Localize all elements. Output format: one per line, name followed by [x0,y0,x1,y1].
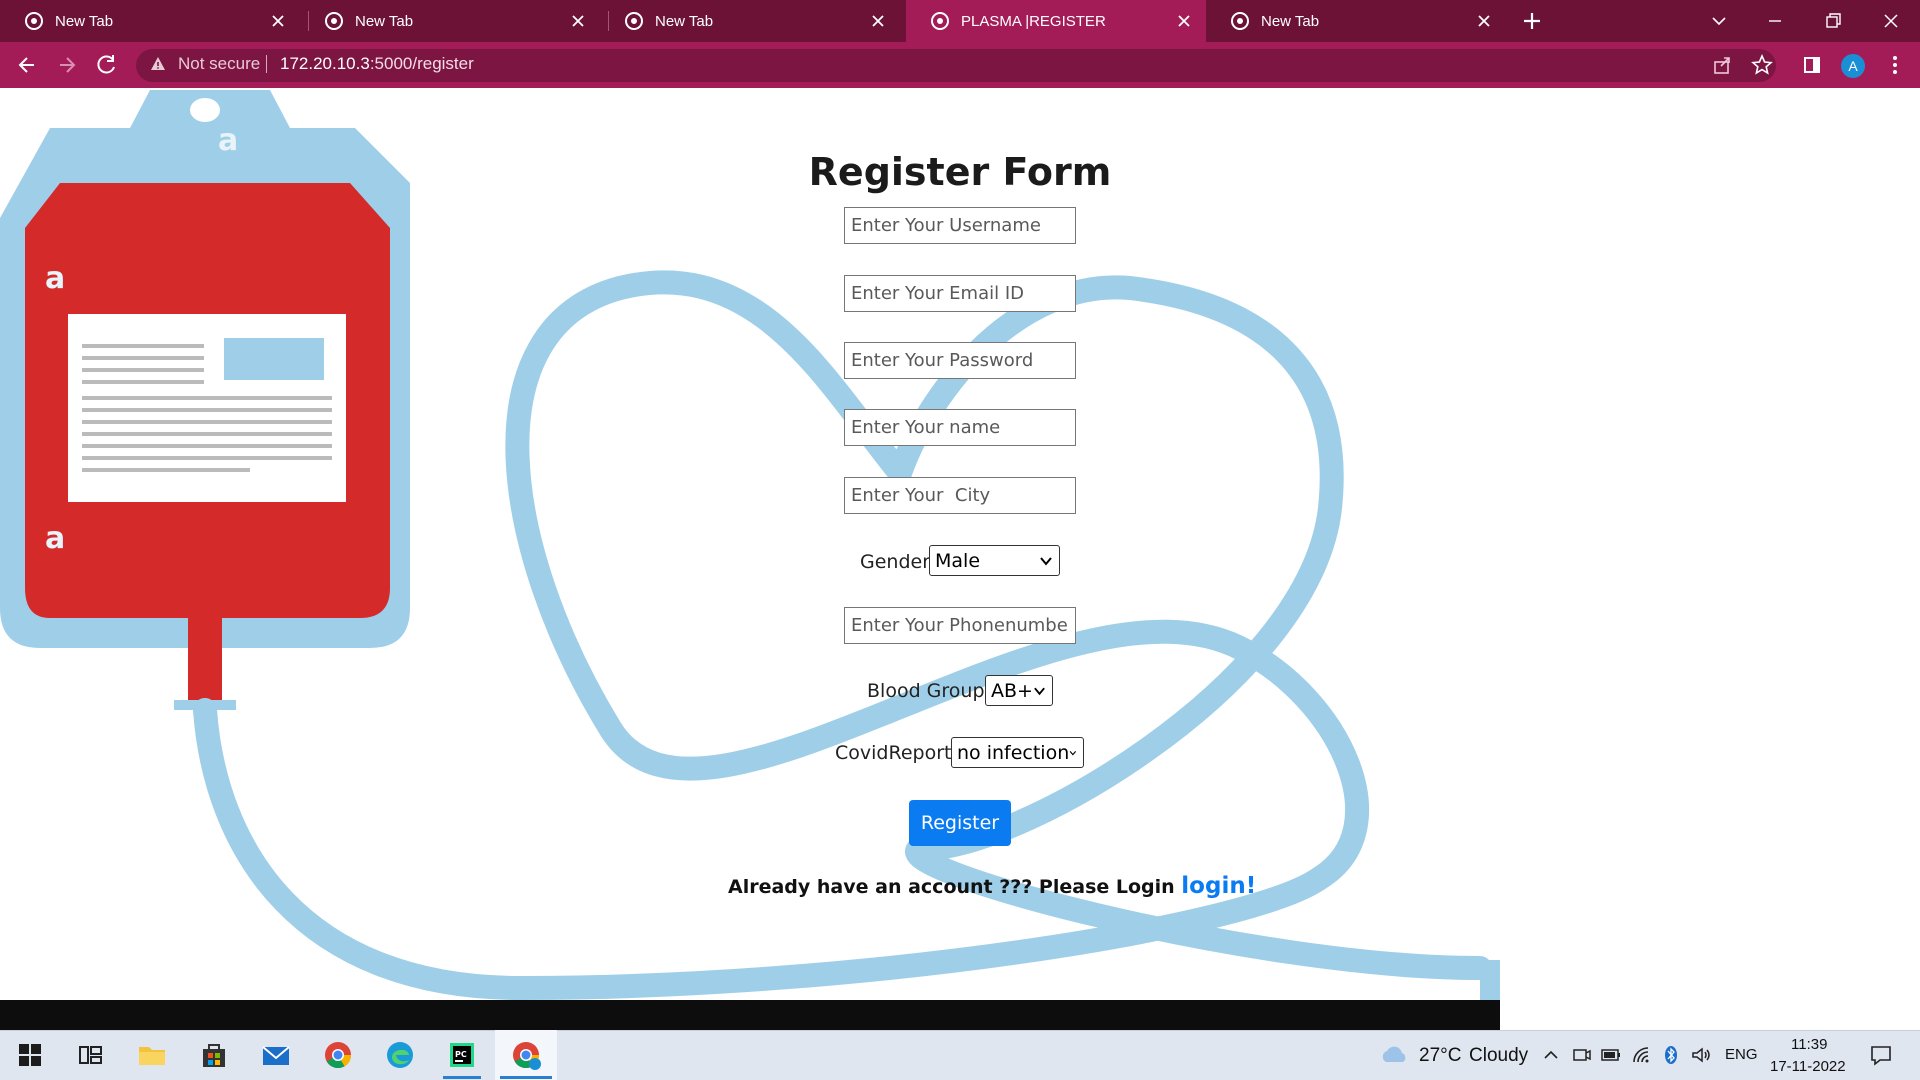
meet-now-icon[interactable] [1570,1044,1592,1066]
weather-temperature[interactable]: 27°C [1419,1045,1461,1067]
tab-label: PLASMA |REGISTER [961,12,1106,30]
bluetooth-icon[interactable] [1660,1044,1682,1066]
name-input[interactable] [844,409,1076,446]
warning-triangle-icon[interactable] [150,56,166,72]
clock-time[interactable]: 11:39 [1791,1036,1827,1053]
new-tab-plus-icon[interactable] [1520,9,1544,33]
username-input[interactable] [844,207,1076,244]
tab-new-tab-2[interactable]: New Tab [300,0,600,42]
chrome-icon [625,12,643,30]
window-close-icon[interactable] [1876,6,1906,36]
close-icon[interactable] [1176,13,1192,29]
windows-start-icon[interactable] [12,1037,48,1073]
tab-label: New Tab [355,12,414,30]
edge-icon[interactable] [382,1037,418,1073]
close-icon[interactable] [270,13,286,29]
cloud-weather-icon[interactable] [1378,1044,1410,1066]
kebab-menu-icon[interactable] [1880,50,1910,80]
pycharm-icon[interactable]: PC [444,1037,480,1073]
login-prompt-text: Already have an account ??? Please Login [728,876,1182,898]
share-icon[interactable] [1707,50,1737,80]
url-path: :5000/register [369,54,474,73]
battery-icon[interactable] [1600,1044,1622,1066]
blood-group-label: Blood Group [867,680,985,702]
profile-avatar[interactable]: A [1841,54,1865,78]
back-arrow-icon[interactable] [12,50,42,80]
close-icon[interactable] [1476,13,1492,29]
register-form: Register Form Gender Male Blood Group AB… [0,88,1920,1030]
chevron-up-icon[interactable] [1540,1044,1562,1066]
password-input[interactable] [844,342,1076,379]
chrome-icon [325,12,343,30]
store-icon[interactable] [196,1037,232,1073]
form-title: Register Form [808,150,1112,194]
url-text[interactable]: 172.20.10.3:5000/register [280,54,474,74]
url-host: 172.20.10.3 [280,54,370,73]
reload-icon[interactable] [92,50,122,80]
minimize-icon[interactable] [1760,6,1790,36]
chrome-profile-icon[interactable] [508,1037,544,1073]
gender-select[interactable]: Male [929,545,1060,576]
restore-icon[interactable] [1818,6,1848,36]
tab-label: New Tab [55,12,114,30]
covid-report-select[interactable]: no infection [951,737,1084,768]
tab-search-chevron-icon[interactable] [1704,6,1734,36]
notifications-icon[interactable] [1868,1042,1894,1068]
city-input[interactable] [844,477,1076,514]
language-indicator[interactable]: ENG [1725,1046,1758,1063]
chevron-down-icon [1034,687,1045,695]
covid-report-label: CovidReport [835,742,952,764]
svg-text:PC: PC [455,1050,467,1059]
close-icon[interactable] [570,13,586,29]
globe-icon [931,12,949,30]
register-page: a a a Register Form Gender Male Blood Gr… [0,88,1920,1030]
task-view-icon[interactable] [72,1037,108,1073]
chrome-icon [25,12,43,30]
chrome-icon [1231,12,1249,30]
chrome-active-indicator [500,1076,552,1079]
blood-group-select[interactable]: AB+ [985,675,1053,706]
blood-group-selected-value: AB+ [991,679,1033,702]
tab-label: New Tab [1261,12,1320,30]
gender-label: Gender [860,551,931,573]
email-input[interactable] [844,275,1076,312]
volume-icon[interactable] [1690,1044,1712,1066]
file-explorer-icon[interactable] [134,1037,170,1073]
chevron-down-icon [1040,556,1052,566]
forward-arrow-icon[interactable] [52,50,82,80]
close-icon[interactable] [870,13,886,29]
tab-new-tab-1[interactable]: New Tab [0,0,300,42]
clock-date[interactable]: 17-11-2022 [1770,1058,1846,1075]
tab-new-tab-5[interactable]: New Tab [1206,0,1506,42]
covid-report-selected-value: no infection [957,741,1070,764]
tab-plasma-register[interactable]: PLASMA |REGISTER [906,0,1206,42]
address-separator [266,55,267,73]
login-link[interactable]: login! [1181,873,1256,899]
browser-tabstrip: New Tab New Tab New Tab PLASMA |REGISTER… [0,0,1920,42]
security-label[interactable]: Not secure [178,54,260,74]
gender-selected-value: Male [935,549,981,572]
chevron-down-icon [1069,750,1077,756]
login-prompt: Already have an account ??? Please Login… [728,873,1256,899]
phone-input[interactable] [844,607,1076,644]
tab-label: New Tab [655,12,714,30]
pycharm-running-indicator [443,1076,481,1079]
weather-condition[interactable]: Cloudy [1469,1045,1528,1067]
register-button[interactable]: Register [909,800,1011,846]
bookmark-star-icon[interactable] [1747,50,1777,80]
chrome-icon[interactable] [320,1037,356,1073]
wifi-icon[interactable] [1630,1044,1652,1066]
mail-icon[interactable] [258,1037,294,1073]
side-panel-icon[interactable] [1797,50,1827,80]
tab-new-tab-3[interactable]: New Tab [600,0,900,42]
